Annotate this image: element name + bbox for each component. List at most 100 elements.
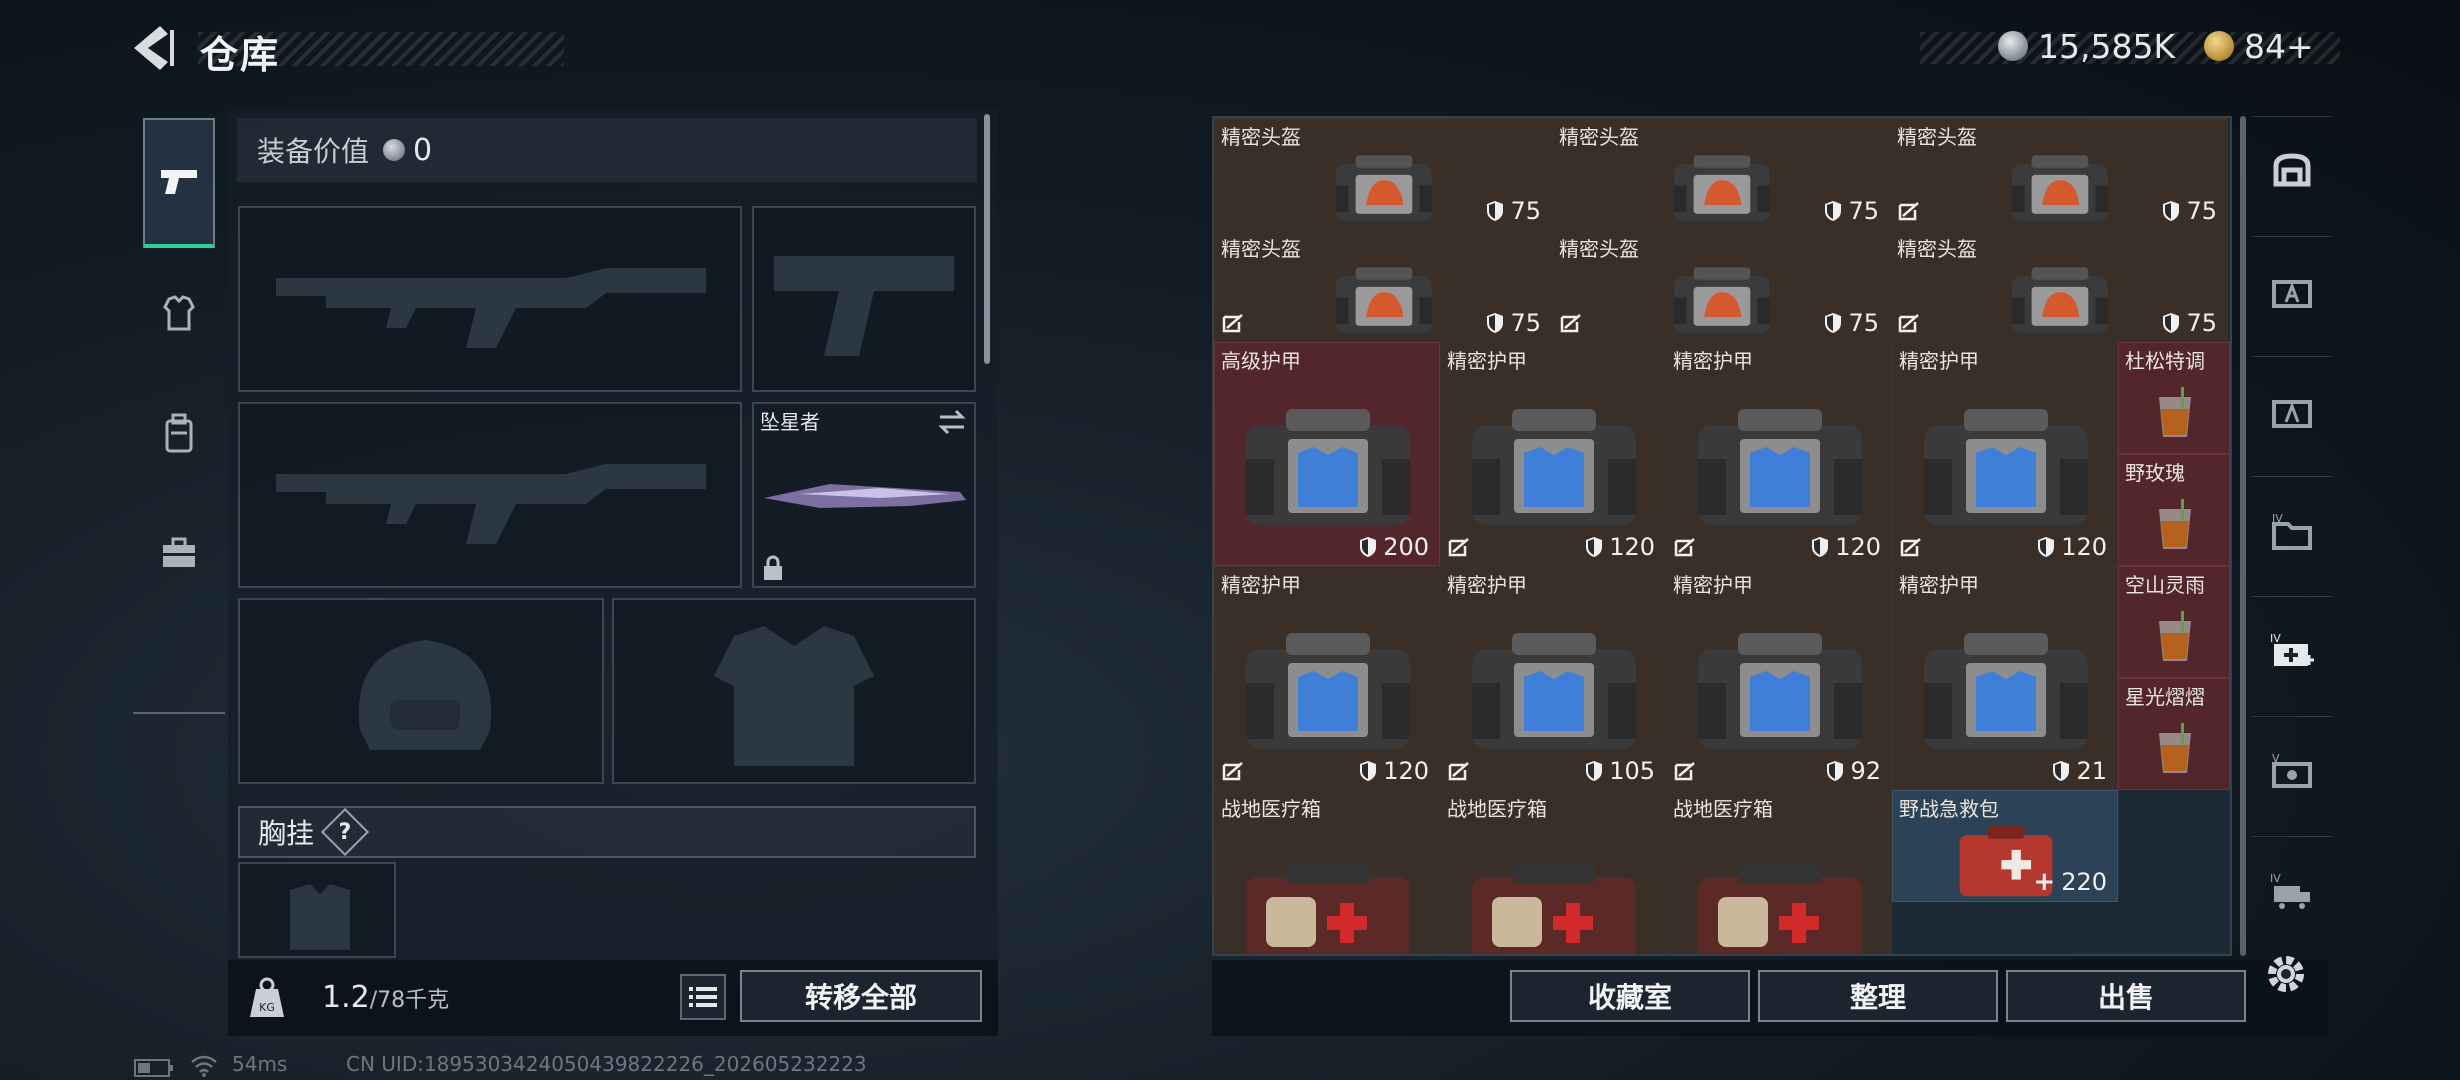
storage-item-helmet[interactable]: 精密头盔 75 — [1214, 118, 1552, 230]
storage-tab-6[interactable]: V — [2252, 716, 2332, 827]
helmet-case-icon — [2012, 267, 2108, 333]
item-name: 精密头盔 — [1221, 125, 1301, 149]
help-icon[interactable]: ? — [320, 807, 370, 857]
armor-case-icon — [1246, 409, 1410, 525]
settings-gear-icon[interactable] — [2262, 950, 2310, 998]
storage-item-drink[interactable]: 空山灵雨 — [2118, 566, 2230, 678]
lock-icon — [764, 555, 782, 580]
item-name: 星光熠熠 — [2125, 685, 2205, 709]
equipment-value: 0 — [413, 132, 433, 168]
silver-coin-icon — [383, 139, 406, 161]
helmet-case-icon — [2012, 155, 2108, 221]
storage-tab-7[interactable]: IV — [2252, 836, 2332, 947]
back-arrow-icon[interactable] — [128, 22, 176, 74]
storage-item-medkit[interactable]: 战地医疗箱 — [1666, 790, 1892, 954]
storage-item-armor[interactable]: 精密护甲 120 — [1440, 342, 1666, 566]
safe-icon — [2273, 153, 2311, 187]
tab-firearm[interactable] — [143, 118, 215, 248]
storage-scrollbar[interactable] — [2240, 116, 2246, 956]
wifi-icon — [191, 1055, 217, 1077]
item-name: 高级护甲 — [1221, 349, 1301, 373]
svg-text:KG: KG — [259, 1001, 275, 1014]
transfer-all-button[interactable]: 转移全部 — [740, 970, 982, 1022]
field-medkit-icon — [1698, 863, 1862, 954]
sell-button[interactable]: 出售 — [2006, 970, 2246, 1022]
storage-tab-5[interactable]: IV — [2252, 596, 2332, 707]
equipment-scrollbar[interactable] — [984, 114, 990, 364]
tab-backpack[interactable] — [143, 368, 215, 498]
item-name: 精密头盔 — [1559, 125, 1639, 149]
storage-item-drink[interactable]: 野玫瑰 — [2118, 454, 2230, 566]
storage-item-armor[interactable]: 精密护甲 120 — [1666, 342, 1892, 566]
storage-tab-3[interactable] — [2252, 356, 2332, 467]
battery-icon — [134, 1059, 173, 1077]
item-name: 精密头盔 — [1897, 125, 1977, 149]
melee-slot[interactable]: 坠星者 — [752, 402, 976, 588]
storage-item-armor[interactable]: 精密护甲 120 — [1892, 342, 2118, 566]
durability-readout: 120 — [2037, 533, 2107, 561]
weight-capacity: /78千克 — [369, 988, 450, 1013]
storage-item-armor[interactable]: 精密护甲 92 — [1666, 566, 1892, 790]
storage-item-armor[interactable]: 高级护甲 200 — [1214, 342, 1440, 566]
storage-item-helmet[interactable]: 精密头盔 75 — [1552, 118, 1890, 230]
storage-item-helmet[interactable]: 精密头盔 75 — [1552, 230, 1890, 342]
durability-readout: 75 — [1824, 197, 1879, 225]
durability-readout: 75 — [2162, 309, 2217, 337]
collection-room-button[interactable]: 收藏室 — [1510, 970, 1750, 1022]
drink-icon — [2159, 499, 2191, 549]
item-name: 空山灵雨 — [2125, 573, 2205, 597]
drink-icon — [2159, 387, 2191, 437]
ping-readout: 54ms — [232, 1052, 288, 1076]
armor-icon — [163, 295, 195, 331]
backpack-icon — [165, 413, 193, 453]
svg-text:V: V — [2272, 752, 2280, 765]
broken-armor-icon — [1222, 314, 1243, 333]
sort-button[interactable]: 整理 — [1758, 970, 1998, 1022]
list-view-button[interactable] — [680, 974, 726, 1020]
storage-grid: 精密头盔 75 精密头盔 75 精密头盔 75 精密头盔 75 精密头盔 75 精密头盔 7… — [1212, 116, 2232, 956]
storage-item-helmet[interactable]: 精密头盔 75 — [1890, 230, 2228, 342]
weight-icon: KG — [250, 977, 284, 1017]
durability-value: 75 — [1848, 309, 1879, 337]
primary-weapon-slot[interactable] — [238, 206, 742, 392]
chest-rig-label: 胸挂 — [258, 817, 315, 850]
sidearm-slot[interactable] — [752, 206, 976, 392]
armor-case-icon — [1924, 633, 2088, 749]
storage-tab-2[interactable] — [2252, 236, 2332, 347]
tab-toolbox[interactable] — [143, 488, 215, 618]
currency-gold[interactable]: 84+ — [2204, 26, 2314, 66]
storage-item-armor[interactable]: 精密护甲 120 — [1214, 566, 1440, 790]
tab-armor[interactable] — [143, 248, 215, 378]
storage-item-medkit[interactable]: 战地医疗箱 — [1214, 790, 1440, 954]
storage-item-armor[interactable]: 精密护甲 105 — [1440, 566, 1666, 790]
storage-item-helmet[interactable]: 精密头盔 75 — [1214, 230, 1552, 342]
svg-text:IV: IV — [2272, 512, 2283, 525]
item-name: 精密护甲 — [1447, 349, 1527, 373]
item-name: 精密护甲 — [1673, 349, 1753, 373]
durability-value: 200 — [1383, 533, 1429, 561]
storage-tab-1[interactable] — [2252, 116, 2332, 227]
storage-iv-add-icon: IV — [2270, 632, 2314, 666]
storage-item-drink[interactable]: 杜松特调 — [2118, 342, 2230, 454]
storage-item-armor[interactable]: 精密护甲 21 — [1892, 566, 2118, 790]
storage-a-icon — [2272, 280, 2312, 308]
swap-icon[interactable] — [936, 408, 968, 436]
storage-item-firstaid[interactable]: 野战急救包 +220 — [1892, 790, 2118, 902]
storage-item-helmet[interactable]: 精密头盔 75 — [1890, 118, 2228, 230]
broken-armor-icon — [1898, 314, 1919, 333]
storage-item-medkit[interactable]: 战地医疗箱 — [1440, 790, 1666, 954]
silver-coin-icon — [1998, 31, 2028, 61]
storage-tab-4[interactable]: IV — [2252, 476, 2332, 587]
durability-value: 120 — [1383, 757, 1429, 785]
helmet-slot[interactable] — [238, 598, 604, 784]
helmet-case-icon — [1336, 155, 1432, 221]
broken-armor-icon — [1674, 538, 1695, 557]
body-armor-slot[interactable] — [612, 598, 976, 784]
secondary-weapon-slot[interactable] — [238, 402, 742, 588]
chest-rig-slot[interactable] — [238, 862, 396, 958]
item-name: 杜松特调 — [2125, 349, 2205, 373]
broken-armor-icon — [1222, 762, 1243, 781]
field-medkit-icon — [1246, 863, 1410, 954]
storage-item-drink[interactable]: 星光熠熠 — [2118, 678, 2230, 790]
help-mark: ? — [338, 819, 352, 845]
